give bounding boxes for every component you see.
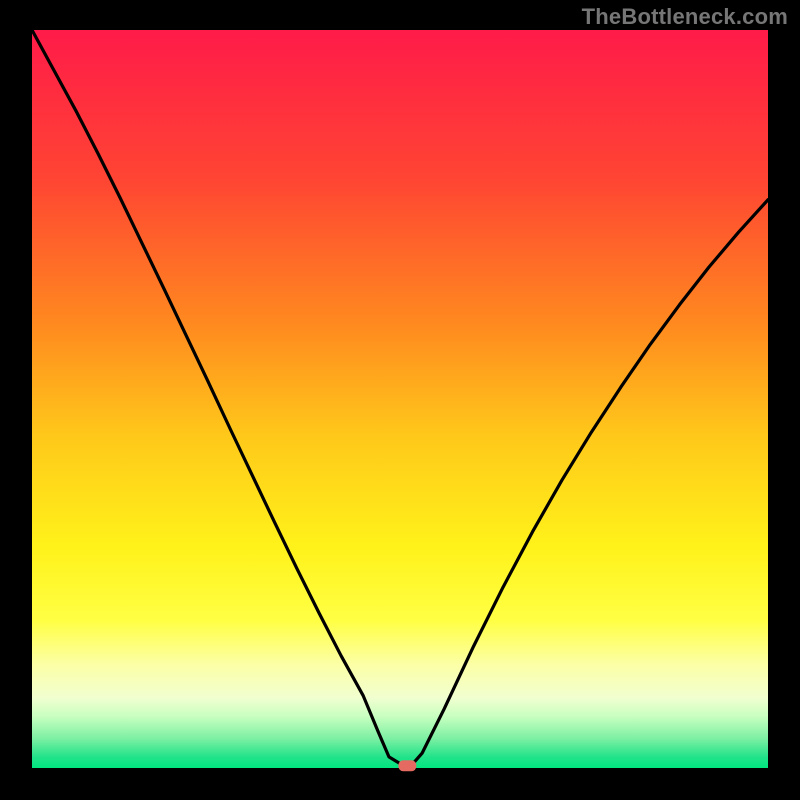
bottleneck-chart — [0, 0, 800, 800]
optimal-point-marker — [398, 760, 416, 771]
gradient-background — [32, 30, 768, 768]
watermark-text: TheBottleneck.com — [582, 4, 788, 30]
chart-frame: { "watermark": "TheBottleneck.com", "cha… — [0, 0, 800, 800]
